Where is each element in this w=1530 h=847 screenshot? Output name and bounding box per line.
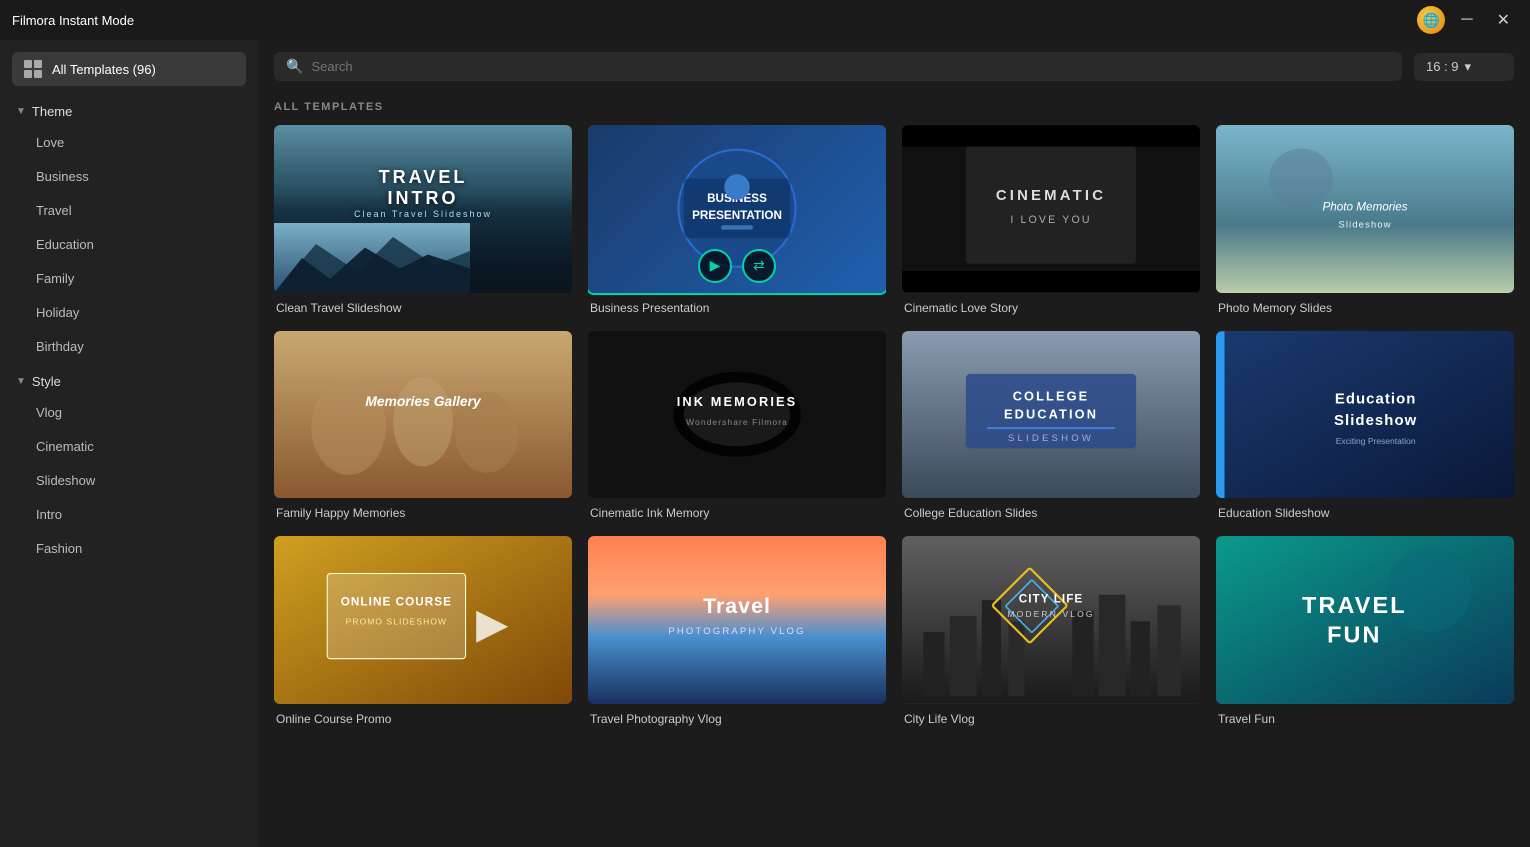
svg-text:CITY LIFE: CITY LIFE (1019, 593, 1084, 606)
template-card-cinematic-love[interactable]: CINEMATIC I LOVE YOU Cinematic Love Stor… (902, 125, 1200, 315)
svg-text:CINEMATIC: CINEMATIC (996, 188, 1106, 204)
card-label-city-life: City Life Vlog (902, 712, 1200, 726)
svg-text:Memories Gallery: Memories Gallery (365, 392, 482, 408)
card-label-college-edu: College Education Slides (902, 506, 1200, 520)
template-card-city-life[interactable]: CITY LIFE MODERN VLOG City Life Vlog (902, 536, 1200, 726)
svg-text:PROMO SLIDESHOW: PROMO SLIDESHOW (346, 617, 447, 627)
window-controls: 🌐 ─ ✕ (1417, 6, 1518, 34)
svg-text:Slideshow: Slideshow (1338, 219, 1391, 230)
svg-text:INK MEMORIES: INK MEMORIES (677, 393, 798, 408)
template-card-edu-slideshow[interactable]: Education Slideshow Exciting Presentatio… (1216, 331, 1514, 521)
sidebar-item-birthday[interactable]: Birthday (8, 330, 250, 363)
svg-text:Education: Education (1335, 391, 1417, 407)
style-arrow-icon: ▼ (16, 376, 26, 387)
sidebar: All Templates (96) ▼ Theme Love Business… (0, 40, 258, 847)
search-bar: 🔍 16 : 9 ▾ (258, 40, 1530, 93)
search-input-wrap[interactable]: 🔍 (274, 52, 1402, 81)
minimize-button[interactable]: ─ (1453, 7, 1480, 33)
section-label: ALL TEMPLATES (274, 93, 1514, 125)
card-actions: ▶ ⇄ (698, 249, 776, 283)
svg-text:PRESENTATION: PRESENTATION (692, 209, 782, 222)
sidebar-item-travel[interactable]: Travel (8, 194, 250, 227)
sidebar-item-cinematic[interactable]: Cinematic (8, 430, 250, 463)
theme-section: ▼ Theme Love Business Travel Education F… (0, 94, 258, 364)
templates-scroll: ALL TEMPLATES (258, 93, 1530, 847)
sidebar-item-business[interactable]: Business (8, 160, 250, 193)
svg-text:PHOTOGRAPHY VLOG: PHOTOGRAPHY VLOG (668, 626, 805, 637)
theme-label: Theme (32, 104, 72, 119)
card-label-business: Business Presentation (588, 301, 886, 315)
card-label-family-happy: Family Happy Memories (274, 506, 572, 520)
template-card-college-edu[interactable]: COLLEGE EDUCATION SLIDESHOW College Educ… (902, 331, 1200, 521)
sidebar-item-holiday[interactable]: Holiday (8, 296, 250, 329)
template-card-business[interactable]: BUSINESS PRESENTATION ▶ ⇄ Business Prese… (588, 125, 886, 315)
style-section: ▼ Style Vlog Cinematic Slideshow Intro F… (0, 364, 258, 566)
card-label-clean-travel: Clean Travel Slideshow (274, 301, 572, 315)
theme-arrow-icon: ▼ (16, 106, 26, 117)
svg-text:Photo Memories: Photo Memories (1322, 200, 1407, 213)
svg-text:SLIDESHOW: SLIDESHOW (1008, 433, 1094, 444)
card-label-cinematic-love: Cinematic Love Story (902, 301, 1200, 315)
svg-text:ONLINE COURSE: ONLINE COURSE (341, 596, 452, 609)
template-card-online-course[interactable]: ONLINE COURSE PROMO SLIDESHOW Online Cou… (274, 536, 572, 726)
edit-button[interactable]: ⇄ (742, 249, 776, 283)
sidebar-item-vlog[interactable]: Vlog (8, 396, 250, 429)
search-input[interactable] (311, 59, 1390, 74)
style-label: Style (32, 374, 61, 389)
svg-text:Wondershare Filmora: Wondershare Filmora (686, 417, 788, 427)
close-button[interactable]: ✕ (1489, 6, 1518, 34)
template-card-cinematic-ink[interactable]: INK MEMORIES Wondershare Filmora Cinemat… (588, 331, 886, 521)
all-templates-label: All Templates (96) (52, 62, 156, 77)
template-card-family-happy[interactable]: Memories Gallery Family Happy Memories (274, 331, 572, 521)
card-label-travel-fun: Travel Fun (1216, 712, 1514, 726)
sidebar-item-education[interactable]: Education (8, 228, 250, 261)
svg-text:Travel: Travel (703, 594, 771, 618)
card-label-edu-slideshow: Education Slideshow (1216, 506, 1514, 520)
aspect-ratio-value: 16 : 9 (1426, 59, 1459, 74)
theme-group-header[interactable]: ▼ Theme (0, 94, 258, 125)
svg-text:I LOVE YOU: I LOVE YOU (1010, 214, 1091, 226)
globe-icon: 🌐 (1417, 6, 1445, 34)
search-icon: 🔍 (286, 58, 303, 75)
app-title: Filmora Instant Mode (12, 13, 134, 28)
template-card-photo-memory[interactable]: Photo Memories Slideshow Photo Memory Sl… (1216, 125, 1514, 315)
aspect-ratio-chevron-icon: ▾ (1465, 59, 1472, 75)
svg-text:COLLEGE: COLLEGE (1013, 388, 1090, 403)
card-label-travel-vlog: Travel Photography Vlog (588, 712, 886, 726)
svg-text:EDUCATION: EDUCATION (1004, 406, 1098, 421)
template-card-travel-fun[interactable]: TRAVEL FUN Travel Fun (1216, 536, 1514, 726)
play-button[interactable]: ▶ (698, 249, 732, 283)
grid-icon (24, 60, 42, 78)
svg-text:MODERN VLOG: MODERN VLOG (1007, 609, 1094, 619)
svg-text:TRAVEL: TRAVEL (1302, 592, 1407, 618)
style-group-header[interactable]: ▼ Style (0, 364, 258, 395)
sidebar-item-slideshow[interactable]: Slideshow (8, 464, 250, 497)
sidebar-item-intro[interactable]: Intro (8, 498, 250, 531)
card-label-online-course: Online Course Promo (274, 712, 572, 726)
title-bar: Filmora Instant Mode 🌐 ─ ✕ (0, 0, 1530, 40)
card-label-cinematic-ink: Cinematic Ink Memory (588, 506, 886, 520)
main-layout: All Templates (96) ▼ Theme Love Business… (0, 40, 1530, 847)
template-card-travel-vlog[interactable]: Travel PHOTOGRAPHY VLOG Travel Photograp… (588, 536, 886, 726)
template-card-clean-travel[interactable]: TRAVEL INTRO Clean Travel Slideshow Clea… (274, 125, 572, 315)
content-area: 🔍 16 : 9 ▾ ALL TEMPLATES (258, 40, 1530, 847)
svg-text:FUN: FUN (1327, 622, 1382, 648)
aspect-ratio-select[interactable]: 16 : 9 ▾ (1414, 53, 1514, 81)
sidebar-item-love[interactable]: Love (8, 126, 250, 159)
sidebar-item-family[interactable]: Family (8, 262, 250, 295)
svg-text:Slideshow: Slideshow (1334, 413, 1417, 429)
all-templates-button[interactable]: All Templates (96) (12, 52, 246, 86)
templates-grid: TRAVEL INTRO Clean Travel Slideshow Clea… (274, 125, 1514, 726)
sidebar-item-fashion[interactable]: Fashion (8, 532, 250, 565)
svg-text:Exciting Presentation: Exciting Presentation (1336, 436, 1416, 446)
card-label-photo-memory: Photo Memory Slides (1216, 301, 1514, 315)
